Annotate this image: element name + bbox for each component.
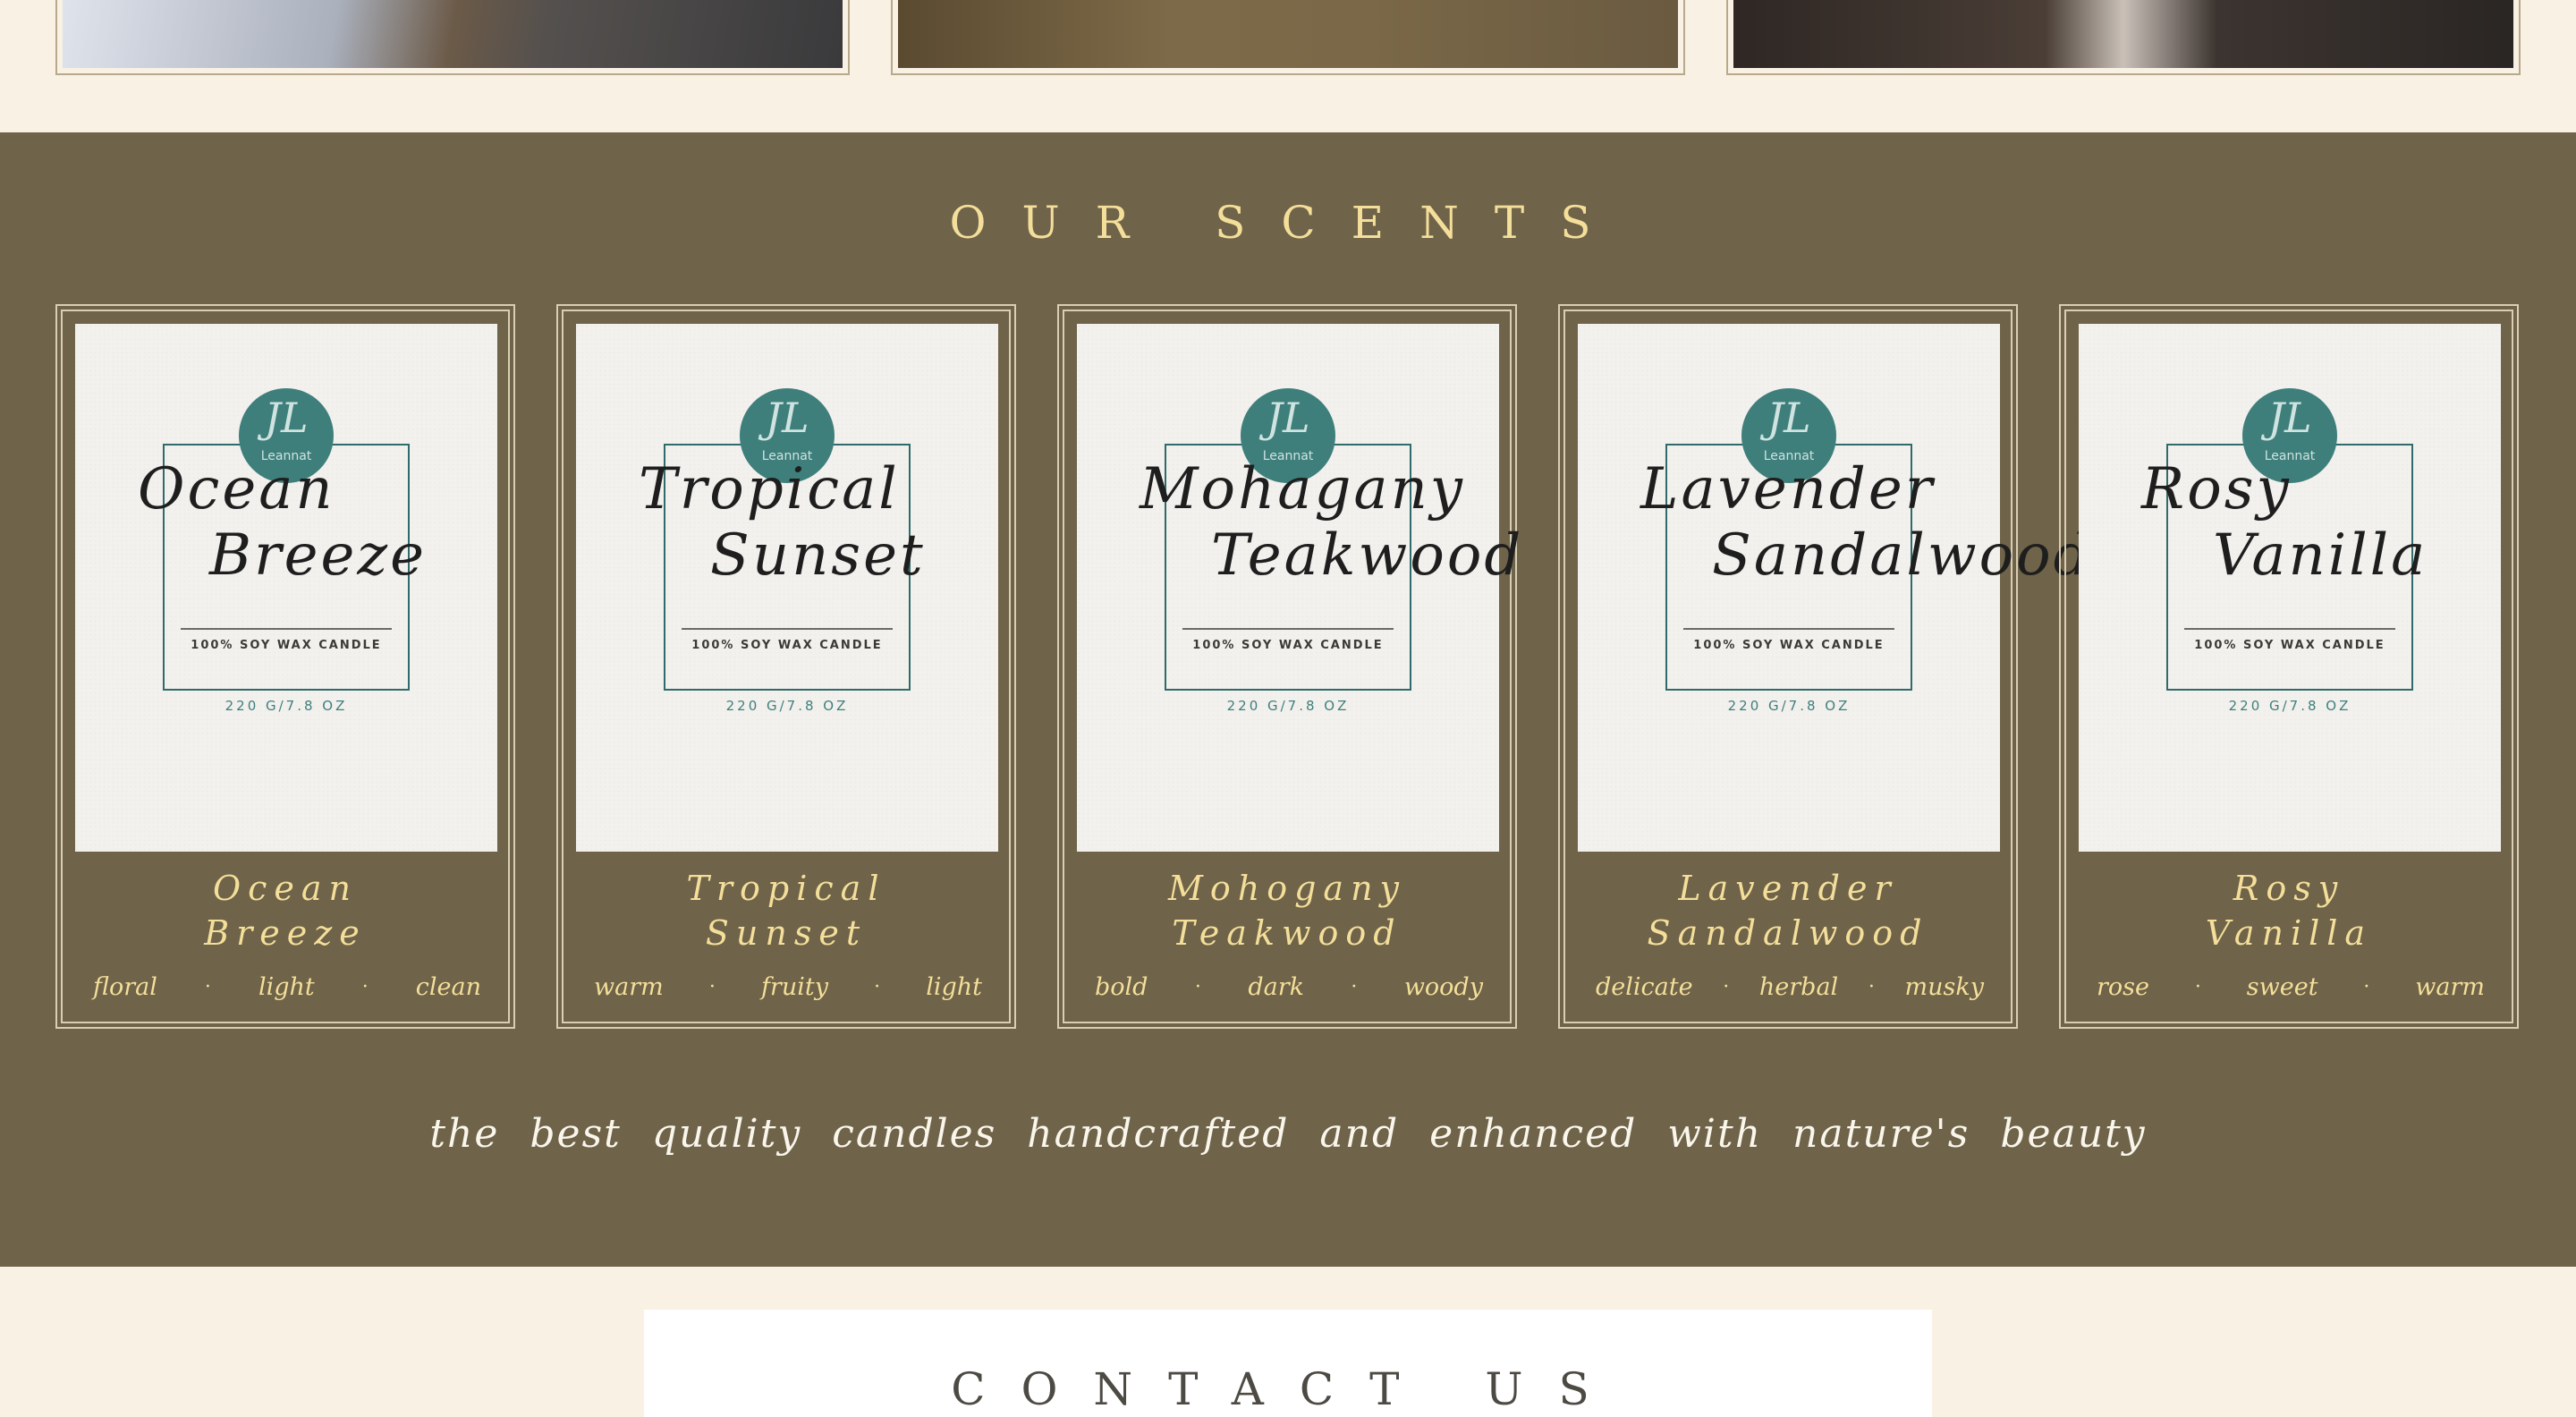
- scent-tags: bold · dark · woody: [1095, 973, 1483, 1001]
- scent-card[interactable]: JL Leannat Mohagany Teakwood 100% SOY WA…: [1057, 304, 1521, 1029]
- candle-label-image: JL Leannat Lavender Sandalwood 100% SOY …: [1578, 324, 2090, 852]
- tag-separator: ·: [1194, 976, 1201, 998]
- tag-separator: ·: [361, 976, 369, 998]
- label-script-line2: Breeze: [209, 522, 427, 589]
- scent-name-line2: Sunset: [705, 913, 868, 953]
- scent-name-line1: Ocean: [212, 869, 359, 908]
- tag-separator: ·: [708, 976, 716, 998]
- contact-section: CONTACT US: [644, 1310, 1932, 1417]
- label-script-line1: Mohagany: [1140, 456, 1465, 522]
- scent-name-line1: Mohogany: [1167, 869, 1407, 908]
- label-weight-text: 220 G/7.8 OZ: [1226, 698, 1350, 714]
- scent-name: Tropical Sunset: [558, 866, 1014, 955]
- logo-monogram: JL: [1767, 394, 1811, 442]
- scent-name-line2: Teakwood: [1172, 913, 1402, 953]
- scent-name-line2: Breeze: [204, 913, 367, 953]
- scent-tag: light: [258, 973, 315, 1001]
- scent-tag: warm: [2415, 973, 2485, 1001]
- scent-tag: rose: [2097, 973, 2149, 1001]
- candle-label-image: JL Leannat Ocean Breeze 100% SOY WAX CAN…: [75, 324, 497, 852]
- tag-separator: ·: [1868, 976, 1875, 998]
- label-divider: [1683, 628, 1894, 630]
- label-wax-text: 100% SOY WAX CANDLE: [191, 639, 382, 652]
- candle-label-image: JL Leannat Mohagany Teakwood 100% SOY WA…: [1077, 324, 1521, 852]
- scents-title: OUR SCENTS: [949, 197, 1627, 249]
- scent-name: Lavender Sandalwood: [1560, 866, 2016, 955]
- scent-tag: herbal: [1758, 973, 1839, 1001]
- label-divider: [2184, 628, 2395, 630]
- label-wax-text: 100% SOY WAX CANDLE: [1693, 639, 1885, 652]
- label-wax-text: 100% SOY WAX CANDLE: [2194, 639, 2385, 652]
- scent-name: Rosy Vanilla: [2061, 866, 2517, 955]
- label-divider: [682, 628, 893, 630]
- scent-tag: floral: [93, 973, 157, 1001]
- scent-tag: bold: [1095, 973, 1148, 1001]
- label-script-line1: Rosy: [2141, 456, 2292, 522]
- scent-name-line1: Lavender: [1678, 869, 1898, 908]
- candle-label-image: JL Leannat Rosy Vanilla 100% SOY WAX CAN…: [2079, 324, 2501, 852]
- scent-name: Ocean Breeze: [57, 866, 513, 955]
- scent-tags: warm · fruity · light: [594, 973, 982, 1001]
- tag-separator: ·: [2194, 976, 2201, 998]
- gallery-photo: [1733, 0, 2513, 68]
- label-weight-text: 220 G/7.8 OZ: [2228, 698, 2351, 714]
- scent-tags: delicate · herbal · musky: [1596, 973, 1984, 1001]
- label-weight-text: 220 G/7.8 OZ: [225, 698, 348, 714]
- logo-monogram: JL: [1266, 394, 1310, 442]
- logo-monogram: JL: [264, 394, 309, 442]
- scent-card[interactable]: JL Leannat Tropical Sunset 100% SOY WAX …: [556, 304, 1016, 1029]
- tag-separator: ·: [204, 976, 211, 998]
- label-script-line2: Vanilla: [2213, 522, 2428, 589]
- scent-card[interactable]: JL Leannat Ocean Breeze 100% SOY WAX CAN…: [55, 304, 515, 1029]
- label-script-line2: Sandalwood: [1712, 522, 2093, 589]
- scent-tags: rose · sweet · warm: [2097, 973, 2485, 1001]
- gallery-photo: [63, 0, 843, 68]
- scent-tag: woody: [1403, 973, 1483, 1001]
- gallery-photo-frame[interactable]: [1726, 0, 2521, 75]
- contact-title: CONTACT US: [951, 1363, 1625, 1415]
- label-script-line1: Lavender: [1640, 456, 1936, 522]
- scent-tag: light: [926, 973, 982, 1001]
- scent-tag: musky: [1904, 973, 1984, 1001]
- logo-monogram: JL: [765, 394, 809, 442]
- scent-tag: sweet: [2246, 973, 2318, 1001]
- label-script-line2: Sunset: [710, 522, 926, 589]
- scents-section: OUR SCENTS JL Leannat Ocean Breeze 100% …: [0, 132, 2576, 1267]
- label-weight-text: 220 G/7.8 OZ: [1727, 698, 1851, 714]
- scent-tag: fruity: [760, 973, 828, 1001]
- tag-separator: ·: [1351, 976, 1358, 998]
- scent-card[interactable]: JL Leannat Rosy Vanilla 100% SOY WAX CAN…: [2059, 304, 2519, 1029]
- label-weight-text: 220 G/7.8 OZ: [725, 698, 849, 714]
- gallery-photo-frame[interactable]: [55, 0, 850, 75]
- scent-tag: delicate: [1596, 973, 1693, 1001]
- scent-name-line1: Tropical: [686, 869, 886, 908]
- label-script-line1: Ocean: [138, 456, 335, 522]
- tag-separator: ·: [2363, 976, 2370, 998]
- label-script-line1: Tropical: [639, 456, 900, 522]
- tag-separator: ·: [874, 976, 881, 998]
- tag-separator: ·: [1723, 976, 1730, 998]
- gallery-photo-frame[interactable]: [891, 0, 1685, 75]
- label-divider: [181, 628, 392, 630]
- label-divider: [1182, 628, 1394, 630]
- scent-name-line1: Rosy: [2233, 869, 2345, 908]
- scent-name-line2: Sandalwood: [1647, 913, 1929, 953]
- scent-tag: dark: [1248, 973, 1304, 1001]
- scent-card[interactable]: JL Leannat Lavender Sandalwood 100% SOY …: [1558, 304, 2090, 1029]
- scent-name-line2: Vanilla: [2205, 913, 2373, 953]
- logo-monogram: JL: [2267, 394, 2312, 442]
- label-script-line2: Teakwood: [1211, 522, 1524, 589]
- gallery-photo: [898, 0, 1678, 68]
- scents-tagline: the best quality candles handcrafted and…: [429, 1111, 2147, 1157]
- gallery-strip: [0, 0, 2576, 132]
- candle-label-image: JL Leannat Tropical Sunset 100% SOY WAX …: [576, 324, 998, 852]
- scent-tag: clean: [415, 973, 481, 1001]
- label-wax-text: 100% SOY WAX CANDLE: [1192, 639, 1384, 652]
- scent-tags: floral · light · clean: [93, 973, 481, 1001]
- scent-name: Mohogany Teakwood: [1059, 866, 1515, 955]
- scent-tag: warm: [594, 973, 664, 1001]
- label-wax-text: 100% SOY WAX CANDLE: [691, 639, 883, 652]
